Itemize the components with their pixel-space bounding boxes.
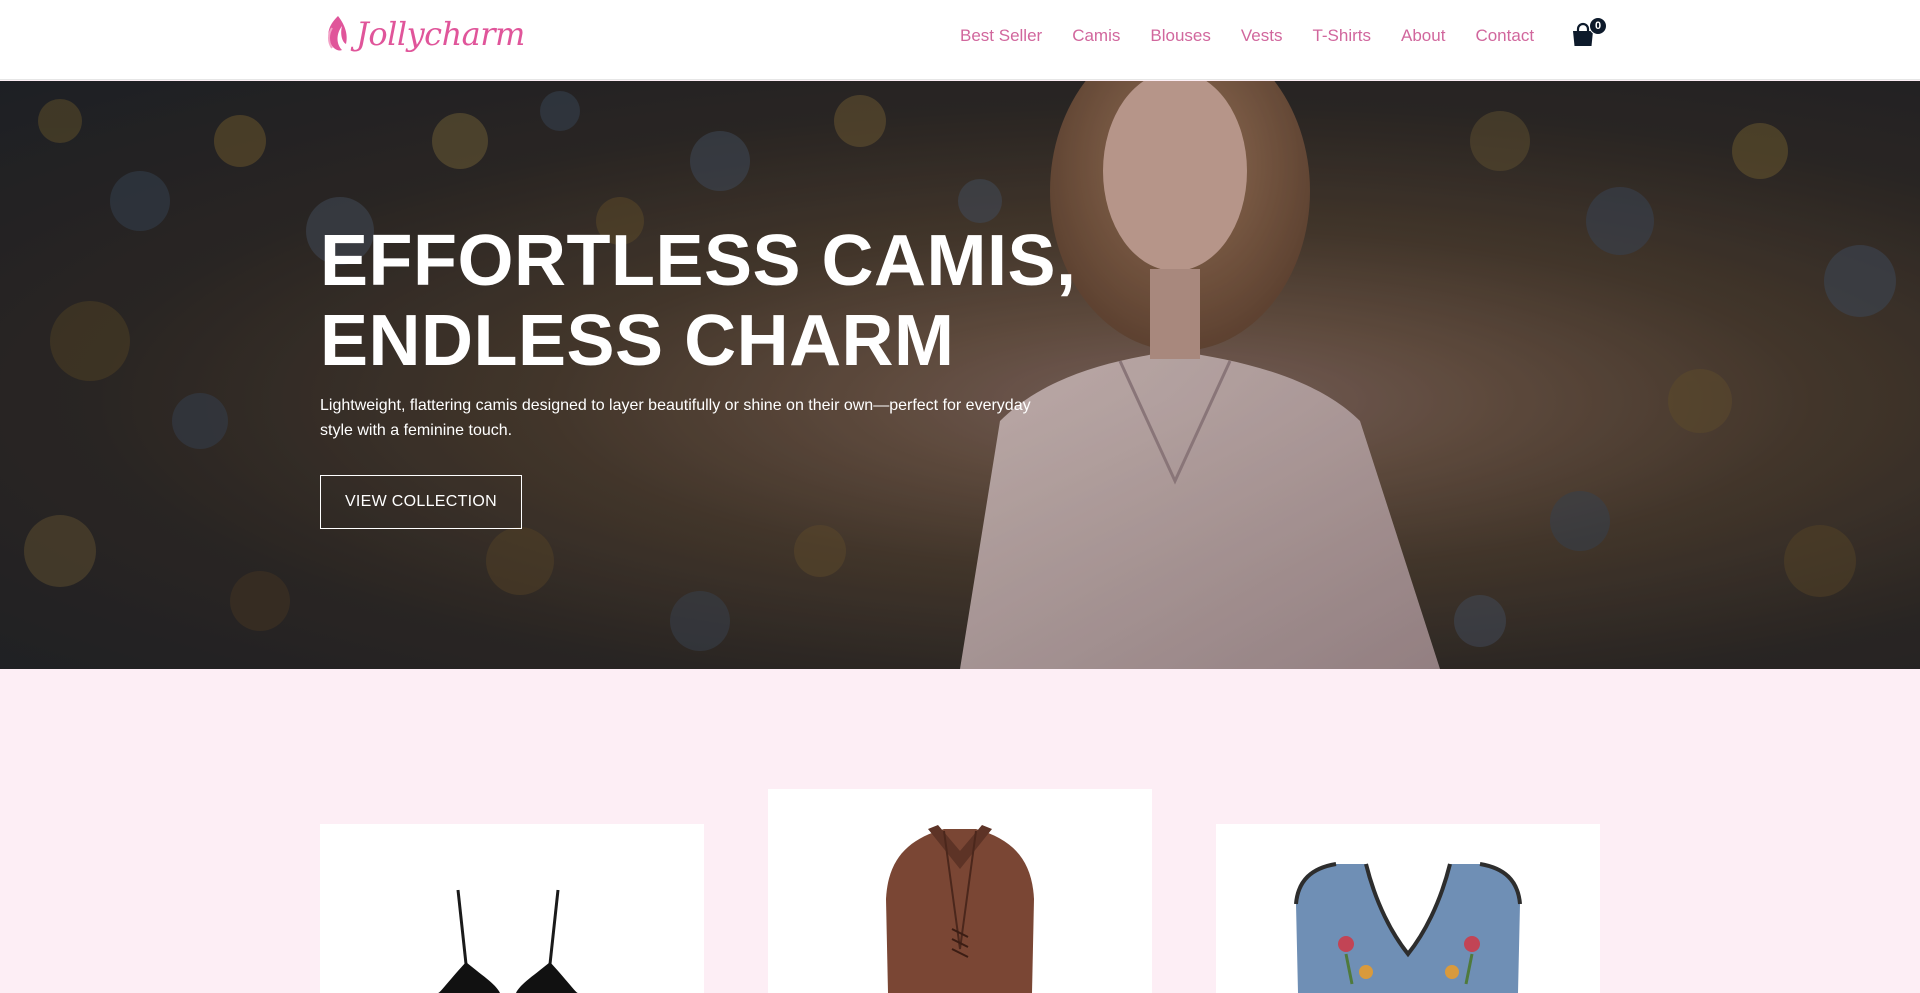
view-collection-button[interactable]: VIEW COLLECTION bbox=[320, 475, 522, 529]
product-card-black-cami[interactable] bbox=[320, 824, 704, 993]
brand-name: Jollycharm bbox=[356, 15, 525, 53]
embroidered-denim-vest-image bbox=[1294, 862, 1522, 993]
nav-blouses[interactable]: Blouses bbox=[1150, 26, 1210, 46]
nav-vests[interactable]: Vests bbox=[1241, 26, 1283, 46]
hero-title-line-2: ENDLESS CHARM bbox=[320, 301, 955, 381]
hero-title-line-1: EFFORTLESS CAMIS, bbox=[320, 221, 1077, 301]
nav-contact[interactable]: Contact bbox=[1475, 26, 1534, 46]
hero-banner: EFFORTLESS CAMIS, ENDLESS CHARM Lightwei… bbox=[0, 81, 1920, 669]
brand-logo[interactable]: Jollycharm bbox=[322, 14, 525, 54]
nav-about[interactable]: About bbox=[1401, 26, 1445, 46]
main-nav: Best Seller Camis Blouses Vests T-Shirts… bbox=[960, 26, 1564, 46]
brown-blouse-image bbox=[886, 825, 1034, 993]
hero-subtitle: Lightweight, flattering camis designed t… bbox=[320, 397, 1031, 439]
black-cami-image bbox=[438, 889, 578, 993]
site-header: Jollycharm Best Seller Camis Blouses Ves… bbox=[0, 0, 1920, 80]
nav-t-shirts[interactable]: T-Shirts bbox=[1312, 26, 1371, 46]
product-card-brown-blouse[interactable] bbox=[768, 789, 1152, 993]
cart-count-badge: 0 bbox=[1589, 17, 1607, 35]
product-card-denim-vest[interactable] bbox=[1216, 824, 1600, 993]
leaf-flame-icon bbox=[328, 16, 347, 51]
hero-title: EFFORTLESS CAMIS, ENDLESS CHARM bbox=[320, 221, 1120, 381]
nav-best-seller[interactable]: Best Seller bbox=[960, 26, 1042, 46]
nav-camis[interactable]: Camis bbox=[1072, 26, 1120, 46]
